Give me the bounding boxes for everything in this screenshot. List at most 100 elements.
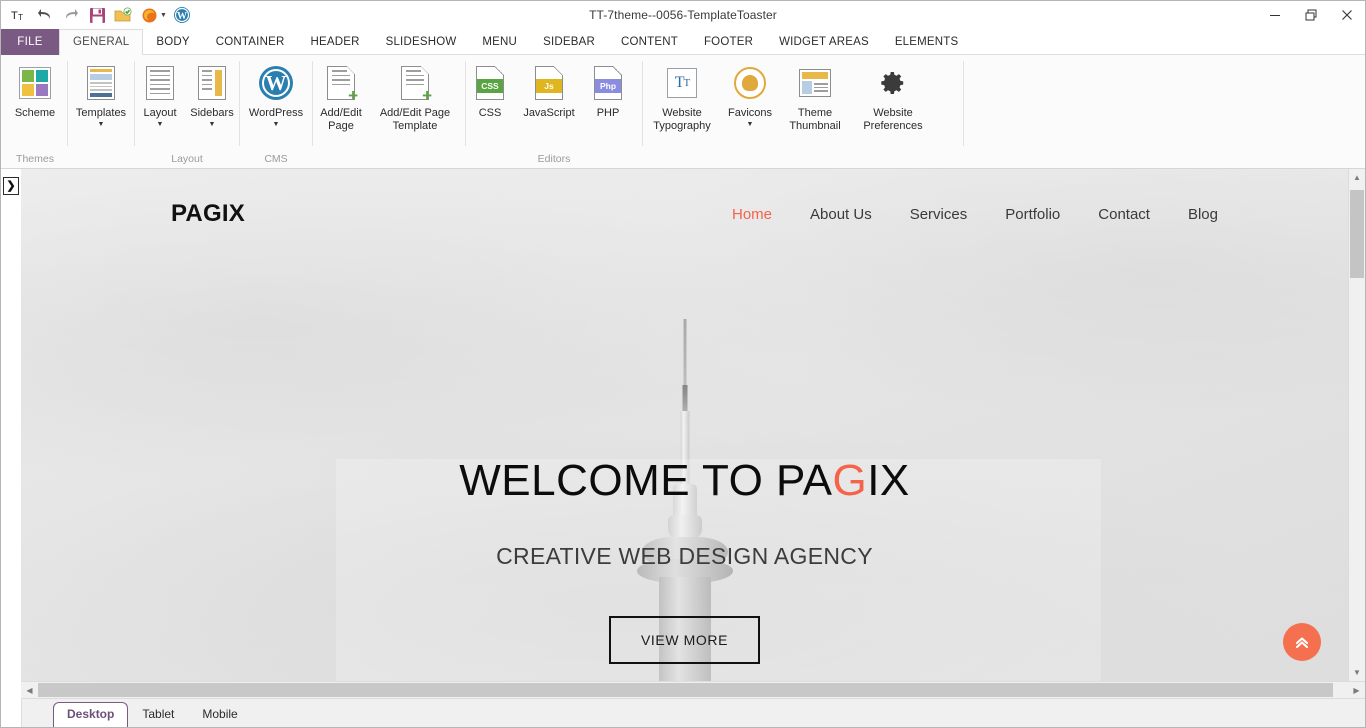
sidebars-icon [198,62,226,104]
group-label-website-tools [643,150,963,168]
color-scheme-icon [19,62,51,104]
theme-thumbnail-label: Theme Thumbnail [789,107,841,132]
left-panel-rail: ❯ [1,169,21,698]
scroll-up-icon[interactable]: ▲ [1349,169,1365,186]
horizontal-scroll-thumb[interactable] [38,683,1333,697]
js-file-icon: Js [535,62,563,104]
group-label-editors: Editors [537,153,571,165]
redo-icon[interactable] [59,4,83,26]
horizontal-scroll-track[interactable] [38,682,1348,698]
export-folder-icon[interactable] [111,4,135,26]
sidebars-dropdown-caret-icon[interactable]: ▼ [209,121,216,129]
templates-dropdown-caret-icon[interactable]: ▼ [98,121,105,129]
preview-horizontal-scrollbar[interactable]: ◀ ▶ [21,681,1365,698]
ribbon-toolbar: Scheme Themes Templates ▼ Layout ▼ Sideb… [1,55,1365,169]
tab-file[interactable]: FILE [1,29,59,55]
hero-content: WELCOME TO PAGIX CREATIVE WEB DESIGN AGE… [21,456,1348,665]
undo-icon[interactable] [33,4,57,26]
scroll-left-icon[interactable]: ◀ [21,682,38,698]
workspace: ❯ PAGIX Home About Us Services Portfolio… [1,169,1365,698]
svg-text:W: W [177,11,187,22]
expand-left-panel-button[interactable]: ❯ [3,177,19,195]
application-window: TT ▼ W TT-7theme--0056-TemplateToaster F… [0,0,1366,728]
tab-elements[interactable]: ELEMENTS [882,29,972,55]
scroll-right-icon[interactable]: ▶ [1348,682,1365,698]
tab-slideshow[interactable]: SLIDESHOW [373,29,470,55]
templates-button[interactable]: Templates ▼ [68,60,134,129]
preview-vertical-scrollbar[interactable]: ▲ ▼ [1348,169,1365,681]
tab-body[interactable]: BODY [143,29,202,55]
scroll-to-top-icon[interactable] [1283,623,1321,661]
firefox-preview-icon[interactable] [137,4,161,26]
add-edit-page-template-icon: + [401,62,432,104]
ribbon-tab-bar: FILE GENERAL BODY CONTAINER HEADER SLIDE… [1,29,1365,55]
layout-button[interactable]: Layout ▼ [135,60,185,129]
add-edit-page-template-label: Add/Edit Page Template [379,107,451,132]
device-tab-desktop[interactable]: Desktop [53,702,129,727]
tab-menu[interactable]: MENU [469,29,530,55]
vertical-scroll-track[interactable] [1349,186,1365,664]
window-controls [1257,1,1365,29]
quick-access-toolbar: TT ▼ W [1,4,194,26]
site-logo[interactable]: PAGIX [171,200,245,228]
group-label-cms: CMS [264,153,288,165]
minimize-icon[interactable] [1257,2,1293,28]
browser-dropdown-caret-icon[interactable]: ▼ [160,12,167,19]
layout-dropdown-caret-icon[interactable]: ▼ [157,121,164,129]
scheme-button[interactable]: Scheme [3,60,67,120]
templates-icon [87,62,115,104]
nav-item-services[interactable]: Services [910,206,968,223]
add-edit-page-label: Add/Edit Page [320,107,362,132]
theme-thumbnail-button[interactable]: Theme Thumbnail [779,60,851,132]
tab-header[interactable]: HEADER [297,29,372,55]
nav-item-blog[interactable]: Blog [1188,206,1218,223]
css-editor-button[interactable]: CSS CSS [466,60,514,120]
vertical-scroll-thumb[interactable] [1350,190,1364,278]
tab-sidebar[interactable]: SIDEBAR [530,29,608,55]
scroll-down-icon[interactable]: ▼ [1349,664,1365,681]
website-typography-button[interactable]: TT Website Typography [643,60,721,132]
tab-footer[interactable]: FOOTER [691,29,766,55]
website-preferences-label: Website Preferences [863,107,923,132]
group-label-themes: Themes [16,153,54,165]
favicons-dropdown-caret-icon[interactable]: ▼ [747,121,754,129]
wordpress-icon[interactable]: W [170,4,194,26]
favicons-button[interactable]: Favicons ▼ [721,60,779,129]
ribbon-group-themes: Scheme Themes [3,55,67,168]
wordpress-button[interactable]: WordPress ▼ [240,60,312,129]
add-edit-page-icon: + [327,62,358,104]
wordpress-dropdown-caret-icon[interactable]: ▼ [273,121,280,129]
website-preferences-button[interactable]: Website Preferences [851,60,935,132]
device-preview-tabs: Desktop Tablet Mobile [1,698,1365,727]
css-label: CSS [478,107,502,119]
save-icon[interactable] [85,4,109,26]
sidebars-label: Sidebars [190,107,234,119]
ribbon-group-templates: Templates ▼ [68,55,134,168]
php-editor-button[interactable]: Php PHP [584,60,632,120]
php-label: PHP [596,107,620,119]
nav-item-home[interactable]: Home [732,206,772,223]
add-edit-page-template-button[interactable]: + Add/Edit Page Template [369,60,461,132]
website-preview-canvas[interactable]: PAGIX Home About Us Services Portfolio C… [21,169,1348,681]
nav-item-contact[interactable]: Contact [1098,206,1150,223]
preview-area: PAGIX Home About Us Services Portfolio C… [21,169,1365,698]
view-more-button[interactable]: VIEW MORE [608,616,761,665]
sidebars-button[interactable]: Sidebars ▼ [185,60,239,129]
ribbon-group-layout: Layout ▼ Sidebars ▼ Layout [135,55,239,168]
typography-icon: TT [667,62,697,104]
javascript-editor-button[interactable]: Js JavaScript [514,60,584,120]
device-tab-mobile[interactable]: Mobile [188,702,251,727]
favicons-label: Favicons [727,107,773,119]
device-tab-tablet[interactable]: Tablet [128,702,188,727]
close-icon[interactable] [1329,2,1365,28]
restore-icon[interactable] [1293,2,1329,28]
tab-general[interactable]: GENERAL [59,29,144,55]
tab-content[interactable]: CONTENT [608,29,691,55]
tab-container[interactable]: CONTAINER [203,29,298,55]
nav-item-portfolio[interactable]: Portfolio [1005,206,1060,223]
theme-thumbnail-icon [799,62,831,104]
font-size-icon[interactable]: TT [7,4,31,26]
nav-item-about-us[interactable]: About Us [810,206,872,223]
tab-widget-areas[interactable]: WIDGET AREAS [766,29,882,55]
add-edit-page-button[interactable]: + Add/Edit Page [313,60,369,132]
